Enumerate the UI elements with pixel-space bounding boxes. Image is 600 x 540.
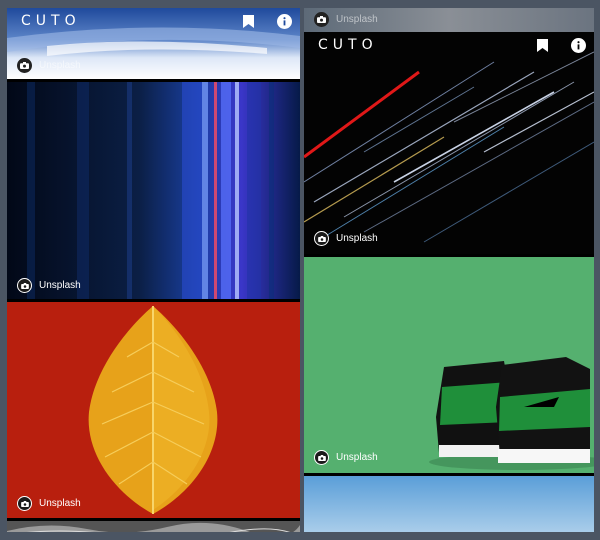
photo-source-label: Unsplash <box>39 498 81 509</box>
top-app-bar: CUTO <box>7 8 300 34</box>
bookmark-icon[interactable] <box>534 37 550 53</box>
partial-sky-image <box>304 476 594 532</box>
photo-credit[interactable]: Unsplash <box>314 450 378 465</box>
photo-credit[interactable]: Unsplash <box>17 58 81 73</box>
camera-icon <box>314 450 329 465</box>
photo-source-label: Unsplash <box>39 280 81 291</box>
camera-icon <box>17 58 32 73</box>
camera-icon <box>17 496 32 511</box>
info-icon[interactable] <box>570 37 586 53</box>
left-phone-screen: CUTO Unsplash Unsplash Unsplash <box>7 8 300 532</box>
camera-icon <box>314 231 329 246</box>
right-phone-screen: Unsplash CUTO Unsplash Unsplash <box>304 8 594 532</box>
camera-icon <box>314 12 329 27</box>
cuto-logo: CUTO <box>21 13 81 29</box>
camera-icon <box>17 278 32 293</box>
leaf-image <box>7 302 300 518</box>
blue-streaks-image <box>7 82 300 299</box>
wallpaper-card-partial-sky[interactable] <box>304 476 594 532</box>
photo-source-label: Unsplash <box>39 60 81 71</box>
photo-credit[interactable]: Unsplash <box>314 231 378 246</box>
light-trails-image <box>304 32 594 254</box>
photo-source-label: Unsplash <box>336 14 378 25</box>
cuto-logo: CUTO <box>318 37 378 53</box>
top-app-bar: CUTO <box>304 32 594 58</box>
wallpaper-card-sky[interactable]: CUTO Unsplash <box>7 8 300 79</box>
wallpaper-card-blue-streaks[interactable]: Unsplash <box>7 82 300 299</box>
wallpaper-card-light-trails[interactable]: CUTO Unsplash <box>304 32 594 254</box>
photo-credit[interactable]: Unsplash <box>17 278 81 293</box>
photo-credit[interactable]: Unsplash <box>314 12 378 27</box>
wallpaper-card-top-partial[interactable]: Unsplash <box>304 8 594 32</box>
photo-source-label: Unsplash <box>336 233 378 244</box>
info-icon[interactable] <box>276 13 292 29</box>
photo-source-label: Unsplash <box>336 452 378 463</box>
photo-credit[interactable]: Unsplash <box>17 496 81 511</box>
wallpaper-card-partial[interactable] <box>7 521 300 532</box>
sneakers-image <box>304 257 594 473</box>
wallpaper-card-leaf[interactable]: Unsplash <box>7 302 300 518</box>
bookmark-icon[interactable] <box>240 13 256 29</box>
wallpaper-card-sneakers[interactable]: Unsplash <box>304 257 594 473</box>
partial-image <box>7 521 300 532</box>
